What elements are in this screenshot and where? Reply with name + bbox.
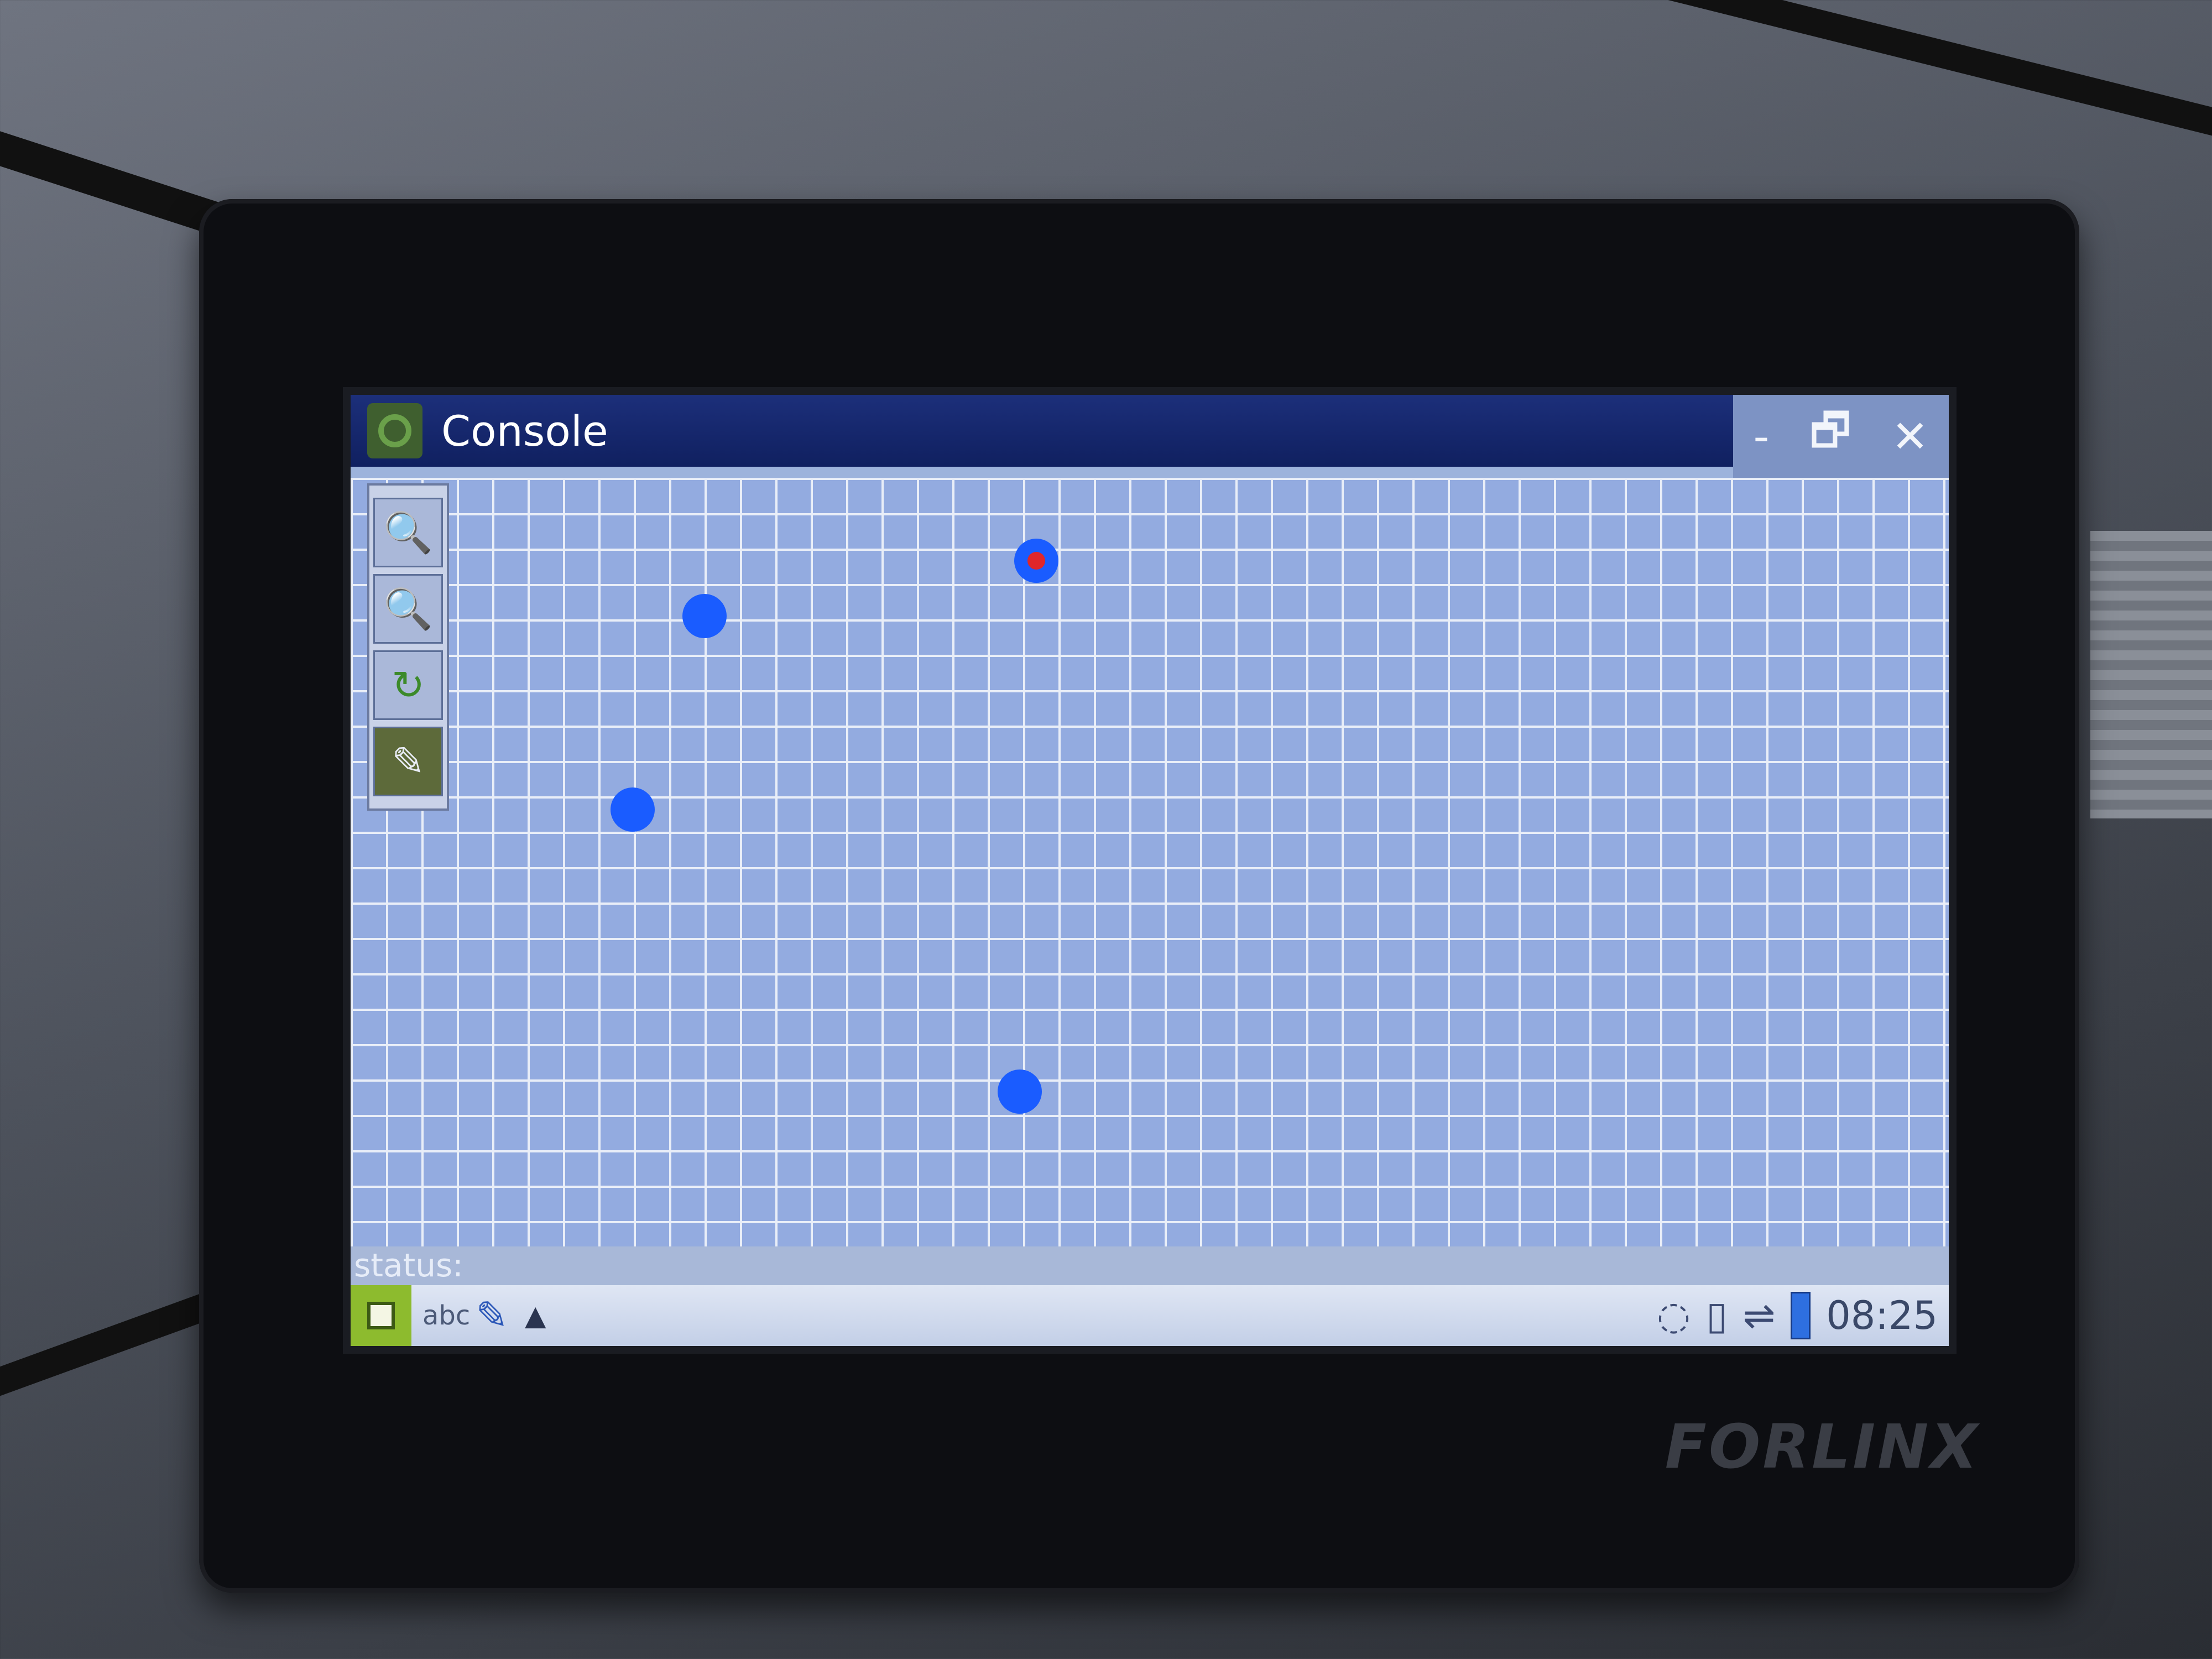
start-button[interactable] <box>351 1285 411 1346</box>
zoom-in-button[interactable]: 🔍 <box>373 498 443 567</box>
toolbox: 🔍 🔍 ↻ ✎ <box>367 483 449 811</box>
edit-button[interactable]: ✎ <box>373 727 443 796</box>
zoom-in-icon: 🔍 <box>383 509 433 556</box>
window-controls: - 🗗 ✕ <box>1733 395 1949 478</box>
status-bar: status: <box>351 1246 1949 1285</box>
system-tray: ◌ ▯ ⇌ 08:25 <box>1657 1292 1949 1339</box>
input-method-indicator[interactable]: abc <box>422 1300 470 1331</box>
point[interactable] <box>682 594 727 638</box>
zoom-out-icon: 🔍 <box>383 585 433 632</box>
point[interactable] <box>611 787 655 832</box>
minimize-button[interactable]: - <box>1753 411 1769 462</box>
network-icon[interactable]: ◌ <box>1657 1293 1691 1338</box>
battery-icon[interactable] <box>1791 1292 1811 1339</box>
taskbar: abc ✎ ▲ ◌ ▯ ⇌ 08:25 <box>351 1285 1949 1346</box>
window-titlebar: Console <box>351 395 1949 467</box>
screen: Console - 🗗 ✕ 🔍 🔍 ↻ ✎ status: abc ✎ ▲ ◌ <box>343 387 1957 1354</box>
window-title: Console <box>441 406 608 456</box>
rotate-button[interactable]: ↻ <box>373 650 443 720</box>
start-icon <box>367 1302 395 1329</box>
storage-card-icon[interactable]: ▯ <box>1706 1293 1728 1338</box>
app-glyph-icon <box>378 414 411 447</box>
input-panel-arrow-icon[interactable]: ▲ <box>525 1300 546 1332</box>
device-frame: Console - 🗗 ✕ 🔍 🔍 ↻ ✎ status: abc ✎ ▲ ◌ <box>199 199 2079 1593</box>
rotate-icon: ↻ <box>391 662 425 708</box>
brand-logo: FORLINX <box>1665 1411 1980 1482</box>
edit-icon: ✎ <box>391 738 425 785</box>
ribbon-cable <box>2090 531 2212 818</box>
close-button[interactable]: ✕ <box>1891 411 1928 462</box>
grid-canvas[interactable] <box>351 478 1949 1246</box>
selected-point[interactable] <box>1014 539 1058 583</box>
zoom-out-button[interactable]: 🔍 <box>373 574 443 644</box>
app-icon[interactable] <box>367 403 422 458</box>
pen-icon[interactable]: ✎ <box>476 1293 508 1338</box>
restore-button[interactable]: 🗗 <box>1809 399 1851 474</box>
point[interactable] <box>998 1070 1042 1114</box>
background-cable <box>1338 0 2212 159</box>
usb-connection-icon[interactable]: ⇌ <box>1743 1293 1776 1338</box>
clock[interactable]: 08:25 <box>1826 1293 1938 1338</box>
